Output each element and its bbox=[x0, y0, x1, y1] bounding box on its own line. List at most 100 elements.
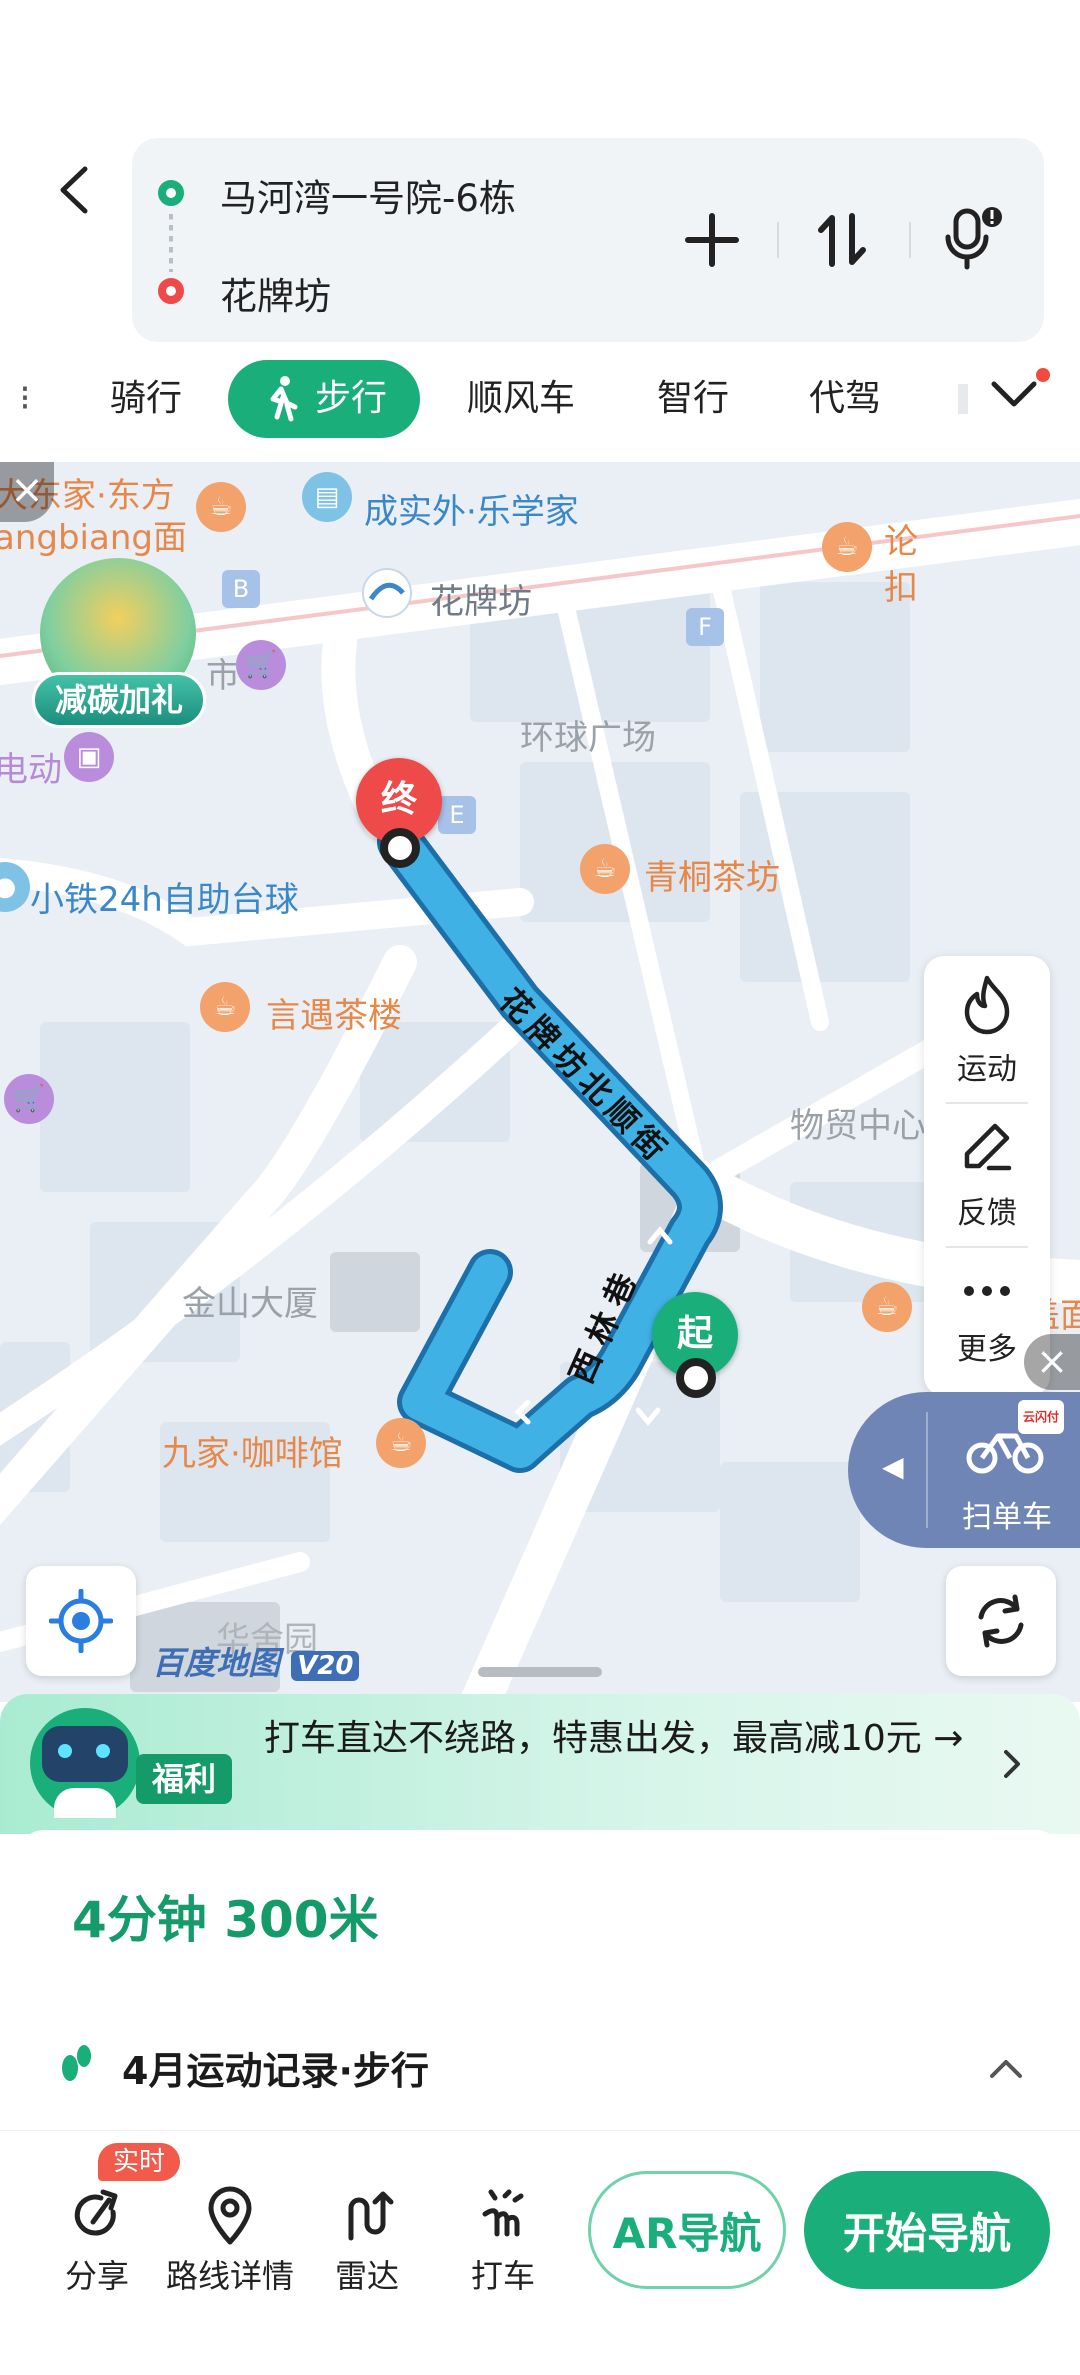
end-location-input[interactable]: 花牌坊 bbox=[220, 266, 331, 320]
map-brand: 百度地图 V20 bbox=[152, 1638, 360, 1684]
back-button[interactable] bbox=[40, 150, 110, 230]
location-crosshair-icon bbox=[49, 1589, 113, 1653]
sport-button[interactable]: 运动 bbox=[924, 974, 1050, 1088]
start-navigation-button[interactable]: 开始导航 bbox=[804, 2171, 1050, 2289]
book-icon: ▤ bbox=[302, 472, 352, 522]
brand-name: 百度地图 bbox=[152, 1644, 281, 1682]
tab-walking[interactable]: 步行 bbox=[228, 360, 420, 438]
start-location-input[interactable]: 马河湾一号院-6栋 bbox=[220, 168, 516, 222]
radar-button[interactable]: 雷达 bbox=[302, 2181, 432, 2297]
tab-ride-share[interactable]: 顺风车 bbox=[456, 360, 586, 438]
map-label: 小铁24h自助台球 bbox=[30, 880, 299, 920]
coffee-icon: ☕ bbox=[822, 522, 872, 572]
walking-icon bbox=[270, 376, 298, 422]
share-button[interactable]: 分享 bbox=[32, 2181, 162, 2297]
refresh-button[interactable] bbox=[946, 1566, 1056, 1676]
add-waypoint-button[interactable] bbox=[672, 200, 752, 280]
drag-handle[interactable] bbox=[478, 1667, 602, 1677]
swap-button[interactable] bbox=[802, 200, 882, 280]
more-dots-icon bbox=[964, 1286, 1010, 1296]
expand-tabs-button[interactable] bbox=[988, 368, 1050, 424]
route-connector bbox=[169, 214, 173, 272]
chevron-up-icon[interactable] bbox=[988, 2056, 1024, 2080]
activity-record[interactable]: 4月运动记录·步行 bbox=[122, 2040, 429, 2095]
share-icon bbox=[74, 2189, 118, 2236]
feedback-button[interactable]: 反馈 bbox=[924, 1118, 1050, 1232]
plus-icon bbox=[685, 213, 739, 267]
radar-route-icon bbox=[348, 2191, 394, 2241]
edit-pen-icon bbox=[964, 1123, 1012, 1171]
chevron-down-icon bbox=[991, 381, 1037, 407]
shopping-cart-icon: 🛒 bbox=[236, 640, 286, 690]
coffee-icon: ☕ bbox=[580, 844, 630, 894]
start-point bbox=[676, 1358, 716, 1398]
map-label: 市 bbox=[206, 656, 240, 696]
route-card: 马河湾一号院-6栋 花牌坊 bbox=[132, 138, 1044, 342]
brand-version: V20 bbox=[291, 1651, 360, 1681]
promo-text: 打车直达不绕路，特惠出发，最高减10元 → bbox=[264, 1718, 964, 1759]
coffee-icon: ☕ bbox=[376, 1418, 426, 1468]
tab-cycling[interactable]: 骑行 bbox=[96, 360, 196, 438]
map-label: 九家·咖啡馆 bbox=[162, 1434, 343, 1474]
taxi-label: 打车 bbox=[470, 2257, 535, 2295]
start-dot-icon bbox=[158, 180, 184, 206]
ar-navigation-button[interactable]: AR导航 bbox=[588, 2171, 786, 2289]
map-label: 环球广场 bbox=[520, 718, 656, 758]
map-label: 青桐茶坊 bbox=[644, 858, 780, 898]
map-label: 论 bbox=[884, 522, 918, 562]
divider bbox=[946, 1102, 1028, 1104]
shopping-bag-icon: ▣ bbox=[64, 732, 114, 782]
tab-overflow-icon[interactable]: ⁝ bbox=[10, 360, 40, 438]
route-detail-label: 路线详情 bbox=[165, 2257, 294, 2295]
back-arrow-icon bbox=[60, 166, 88, 214]
entrance-marker: B bbox=[222, 570, 260, 608]
location-pin-icon bbox=[208, 2186, 252, 2245]
map-label: 金山大厦 bbox=[182, 1284, 318, 1324]
coffee-icon: ☕ bbox=[196, 482, 246, 532]
realtime-badge: 实时 bbox=[98, 2143, 180, 2181]
taxi-hand-icon bbox=[482, 2189, 524, 2237]
mode-tabs: ⁝ 骑行 步行 顺风车 智行 代驾 bbox=[0, 360, 1080, 450]
entrance-marker: F bbox=[686, 608, 724, 646]
robot-mascot-icon bbox=[30, 1708, 140, 1818]
locate-button[interactable] bbox=[26, 1566, 136, 1676]
taxi-button[interactable]: 打车 bbox=[438, 2181, 568, 2297]
tab-designated-driver[interactable]: 代驾 bbox=[800, 360, 890, 438]
promo-badge[interactable]: 减碳加礼 bbox=[32, 672, 206, 728]
radar-label: 雷达 bbox=[334, 2257, 399, 2295]
notification-dot bbox=[1036, 368, 1050, 382]
sport-label: 运动 bbox=[957, 1052, 1017, 1087]
end-dot-icon bbox=[158, 278, 184, 304]
collapse-left-icon: ◀ bbox=[882, 1450, 904, 1483]
bottom-action-bar: 实时 分享 路线详情 雷达 打车 AR导航 开始导航 bbox=[0, 2130, 1080, 2375]
refresh-icon bbox=[978, 1594, 1024, 1648]
divider bbox=[777, 222, 779, 258]
scan-bike-button[interactable]: ◀ 云闪付 扫单车 bbox=[848, 1392, 1080, 1548]
app-root: 马河湾一号院-6栋 花牌坊 ⁝ 骑行 步行 顺风车 智行 代驾 大东家·东方 a… bbox=[0, 0, 1080, 2375]
flame-icon bbox=[964, 975, 1010, 1035]
map-view[interactable]: 大东家·东方 angbiang面 ☕ ▤ 成实外·乐学家 花牌坊 ☕ 论 扣 B… bbox=[0, 462, 1080, 1702]
close-bike-button[interactable]: × bbox=[1024, 1334, 1080, 1390]
microphone-icon bbox=[945, 207, 1002, 270]
promo-banner[interactable]: 福利 打车直达不绕路，特惠出发，最高减10元 → bbox=[0, 1694, 1080, 1834]
voice-button[interactable] bbox=[932, 200, 1012, 280]
divider bbox=[926, 1412, 928, 1528]
map-label: 扣 bbox=[884, 568, 918, 608]
feedback-label: 反馈 bbox=[957, 1196, 1017, 1231]
share-label: 分享 bbox=[64, 2257, 129, 2295]
map-label: 成实外·乐学家 bbox=[364, 492, 579, 532]
tab-fade-edge bbox=[958, 384, 968, 414]
footprint-icon bbox=[58, 2042, 94, 2088]
coffee-icon: ☕ bbox=[862, 1282, 912, 1332]
route-summary-card[interactable]: 4分钟 300米 4月运动记录·步行 bbox=[18, 1830, 1062, 2160]
unionpay-badge: 云闪付 bbox=[1018, 1400, 1064, 1434]
route-detail-button[interactable]: 路线详情 bbox=[160, 2181, 300, 2297]
map-side-panel: 运动 反馈 更多 bbox=[924, 956, 1050, 1396]
scan-bike-label: 扫单车 bbox=[962, 1500, 1052, 1535]
end-point bbox=[380, 828, 420, 868]
swap-icon bbox=[818, 213, 866, 267]
welfare-tag: 福利 bbox=[136, 1754, 232, 1804]
shopping-cart-icon: 🛒 bbox=[4, 1074, 54, 1124]
tab-smart-travel[interactable]: 智行 bbox=[648, 360, 738, 438]
coffee-icon: ☕ bbox=[200, 982, 250, 1032]
